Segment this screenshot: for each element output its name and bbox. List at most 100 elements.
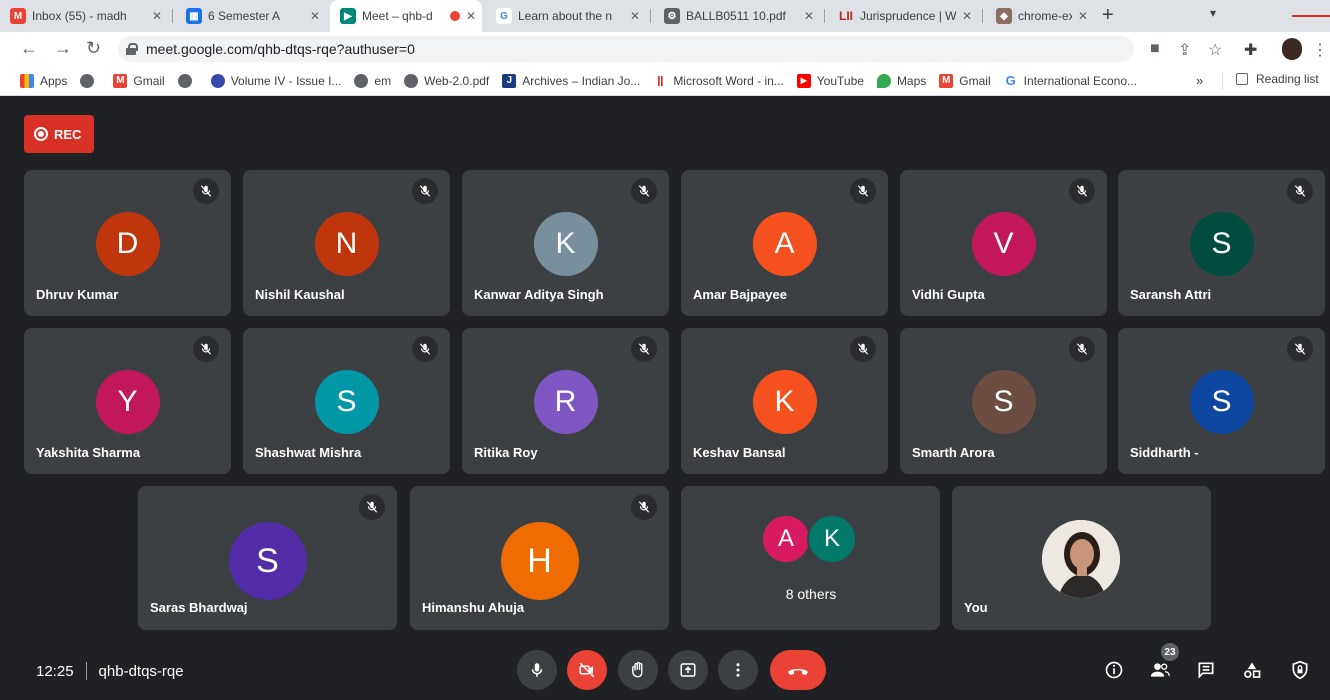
recording-indicator[interactable]: REC xyxy=(24,115,94,153)
muted-mic-icon xyxy=(850,178,876,204)
participant-tile[interactable]: N Nishil Kaushal xyxy=(243,170,450,316)
more-options-button[interactable] xyxy=(718,650,758,690)
tab-close-icon[interactable]: ✕ xyxy=(962,9,972,23)
tab-close-icon[interactable]: ✕ xyxy=(630,9,640,23)
bookmarks-divider xyxy=(1222,72,1223,90)
participant-tile[interactable]: S Shashwat Mishra xyxy=(243,328,450,474)
bookmarks-bar: Apps M Gmail Volume IV - Issue I... em W… xyxy=(0,66,1330,96)
more-bookmarks-button[interactable]: » xyxy=(1196,73,1203,88)
address-bar[interactable]: meet.google.com/qhb-dtqs-rqe?authuser=0 xyxy=(118,36,1134,62)
chat-button[interactable] xyxy=(1194,658,1218,682)
avatar: K xyxy=(807,514,857,564)
tab-close-icon[interactable]: ✕ xyxy=(466,9,476,23)
rec-label: REC xyxy=(54,126,82,142)
participant-tile[interactable]: H Himanshu Ahuja xyxy=(410,486,669,630)
tab-classroom[interactable]: ▦ 6 Semester A ✕ xyxy=(176,0,326,32)
muted-mic-icon xyxy=(631,494,657,520)
people-button[interactable] xyxy=(1148,658,1172,682)
bookmark-label: em xyxy=(374,73,392,88)
others-tile[interactable]: A K 8 others xyxy=(681,486,940,630)
tab-jurisprudence[interactable]: LII Jurisprudence | W ✕ xyxy=(828,0,978,32)
new-tab-button[interactable]: + xyxy=(1102,4,1114,27)
tab-close-icon[interactable]: ✕ xyxy=(310,9,320,23)
lock-icon[interactable] xyxy=(126,43,138,55)
raise-hand-button[interactable] xyxy=(618,650,658,690)
muted-mic-icon xyxy=(631,178,657,204)
tab-close-icon[interactable]: ✕ xyxy=(804,9,814,23)
back-icon[interactable]: ← xyxy=(20,38,38,59)
camera-button[interactable] xyxy=(567,650,607,690)
avatar: K xyxy=(533,212,598,276)
participant-tile[interactable]: A Amar Bajpayee xyxy=(681,170,888,316)
camera-in-use-icon[interactable]: ■ xyxy=(1150,40,1160,58)
muted-mic-icon xyxy=(631,336,657,362)
activities-button[interactable] xyxy=(1240,658,1264,682)
bookmark-web20[interactable]: Web-2.0.pdf xyxy=(404,73,489,88)
lii-icon: LII xyxy=(839,9,853,23)
participant-tile[interactable]: D Dhruv Kumar xyxy=(24,170,231,316)
url-text[interactable]: meet.google.com/qhb-dtqs-rqe?authuser=0 xyxy=(146,41,415,57)
bookmark-gmail[interactable]: M Gmail xyxy=(113,73,165,88)
participant-tile[interactable]: Y Yakshita Sharma xyxy=(24,328,231,474)
bookmark-gmail-2[interactable]: M Gmail xyxy=(939,73,991,88)
bookmark-globe[interactable] xyxy=(177,73,198,88)
bookmark-archives[interactable]: J Archives – Indian Jo... xyxy=(502,73,640,88)
host-controls-button[interactable] xyxy=(1288,658,1312,682)
reload-icon[interactable]: ↻ xyxy=(86,38,101,59)
participant-tile[interactable]: K Keshav Bansal xyxy=(681,328,888,474)
self-tile[interactable]: You xyxy=(952,486,1211,630)
participant-name: Ritika Roy xyxy=(474,445,538,460)
avatar: D xyxy=(95,212,160,276)
bookmark-volume-iv[interactable]: Volume IV - Issue I... xyxy=(210,73,341,88)
participant-name: Keshav Bansal xyxy=(693,445,786,460)
site-icon xyxy=(210,73,225,88)
end-call-button[interactable] xyxy=(770,650,826,690)
participant-name: Saras Bhardwaj xyxy=(150,600,248,615)
avatar: A xyxy=(752,212,817,276)
bookmark-youtube[interactable]: ▶ YouTube xyxy=(796,73,864,88)
extensions-puzzle-icon[interactable]: ✚ xyxy=(1244,40,1257,60)
google-icon: G xyxy=(496,8,512,24)
participant-tile[interactable]: S Smarth Arora xyxy=(900,328,1107,474)
tab-pdf[interactable]: ⚙ BALLB0511 10.pdf ✕ xyxy=(654,0,820,32)
bookmark-apps[interactable]: Apps xyxy=(20,73,67,88)
microphone-button[interactable] xyxy=(517,650,557,690)
tab-title: Learn about the n xyxy=(518,9,613,23)
bookmark-star-icon[interactable]: ☆ xyxy=(1208,40,1222,60)
participant-tile[interactable]: S Siddharth - xyxy=(1118,328,1325,474)
bookmark-globe[interactable] xyxy=(80,73,100,88)
share-icon[interactable]: ⇪ xyxy=(1178,40,1191,60)
forward-icon[interactable]: → xyxy=(54,38,72,59)
reading-list-button[interactable]: Reading list xyxy=(1236,72,1319,86)
bookmark-word[interactable]: ‖ Microsoft Word - in... xyxy=(653,73,784,89)
bookmark-em[interactable]: em xyxy=(354,73,392,88)
extension-icon: ◆ xyxy=(996,8,1012,24)
tab-close-icon[interactable]: ✕ xyxy=(152,9,162,23)
tab-google[interactable]: G Learn about the n ✕ xyxy=(486,0,646,32)
tab-title: Inbox (55) - madh xyxy=(32,9,127,23)
raise-hand-icon xyxy=(632,661,643,678)
avatar: V xyxy=(971,212,1036,276)
participant-name: Kanwar Aditya Singh xyxy=(474,287,604,302)
bookmark-maps[interactable]: Maps xyxy=(876,73,926,88)
meeting-info-button[interactable] xyxy=(1102,658,1126,682)
participant-tile[interactable]: S Saras Bhardwaj xyxy=(138,486,397,630)
participant-tile[interactable]: S Saransh Attri xyxy=(1118,170,1325,316)
participant-tile[interactable]: V Vidhi Gupta xyxy=(900,170,1107,316)
profile-avatar[interactable] xyxy=(1282,38,1302,60)
bookmark-international-econ[interactable]: G International Econo... xyxy=(1004,73,1137,88)
menu-dots-icon[interactable]: ⋮ xyxy=(1312,40,1328,60)
present-screen-button[interactable] xyxy=(668,650,708,690)
camera-off-icon xyxy=(579,662,595,678)
muted-mic-icon xyxy=(850,336,876,362)
tab-search-chevron-icon[interactable]: ▾ xyxy=(1210,6,1216,20)
browser-toolbar: ← → ↻ meet.google.com/qhb-dtqs-rqe?authu… xyxy=(0,32,1330,66)
tab-extension[interactable]: ◆ chrome-extension ✕ xyxy=(986,0,1094,32)
gmail-icon: M xyxy=(113,73,128,88)
tab-close-icon[interactable]: ✕ xyxy=(1078,9,1088,23)
participant-tile[interactable]: K Kanwar Aditya Singh xyxy=(462,170,669,316)
participant-tile[interactable]: R Ritika Roy xyxy=(462,328,669,474)
tab-meet[interactable]: ▶ Meet – qhb-d ✕ xyxy=(330,0,482,32)
tab-divider xyxy=(982,9,983,23)
tab-gmail[interactable]: M Inbox (55) - madh ✕ xyxy=(0,0,168,32)
